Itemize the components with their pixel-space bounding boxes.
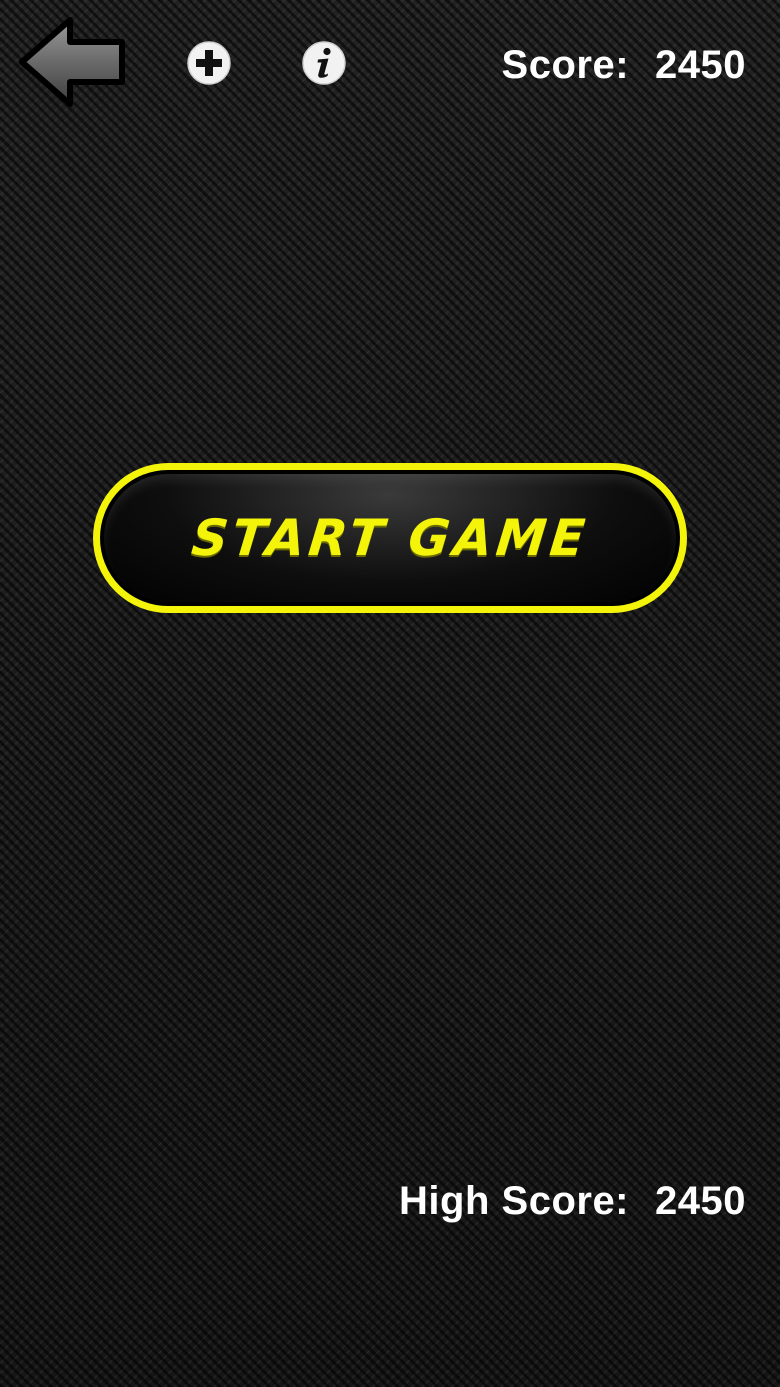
- add-button[interactable]: [186, 40, 232, 86]
- score-display: Score: 2450: [502, 40, 746, 90]
- score-value: 2450: [655, 43, 746, 87]
- back-arrow-icon: [19, 17, 125, 107]
- score-label: Score:: [501, 43, 630, 87]
- info-button[interactable]: [301, 40, 347, 86]
- back-button[interactable]: [18, 16, 128, 108]
- plus-circle-icon: [187, 41, 231, 85]
- info-circle-icon: [302, 41, 346, 85]
- start-game-button[interactable]: START GAME: [93, 463, 687, 613]
- start-game-label: START GAME: [188, 509, 592, 567]
- high-score-display: High Score: 2450: [399, 1176, 746, 1226]
- high-score-value: 2450: [655, 1179, 746, 1223]
- high-score-label: High Score:: [399, 1179, 630, 1223]
